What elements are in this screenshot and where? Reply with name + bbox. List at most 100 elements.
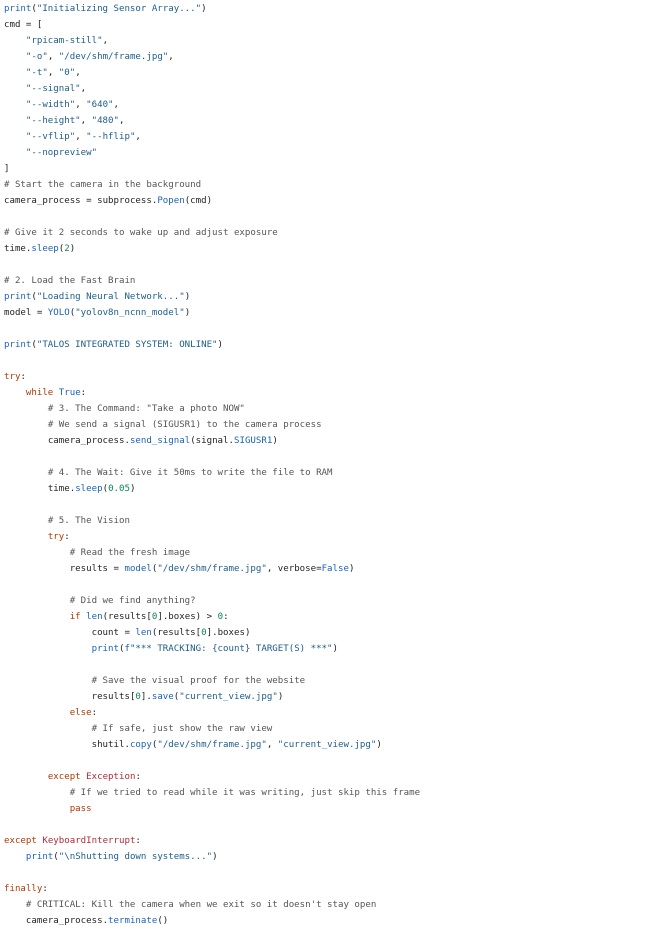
code-line: print("TALOS INTEGRATED SYSTEM: ONLINE") — [4, 337, 420, 353]
code-line: print("Initializing Sensor Array...") — [4, 1, 420, 17]
code-line: results = model("/dev/shm/frame.jpg", ve… — [4, 561, 420, 577]
code-token: "--width" — [25, 100, 76, 110]
code-line: except Exception: — [4, 769, 420, 785]
code-line: # If we tried to read while it was writi… — [4, 785, 420, 801]
code-line: ​ — [4, 497, 420, 513]
code-line: # 2. Load the Fast Brain — [4, 273, 420, 289]
code-line: "--height", "480", — [4, 113, 420, 129]
code-line: # If safe, just show the raw view — [4, 721, 420, 737]
code-token: "\nShutting down systems..." — [58, 852, 213, 862]
code-line: print("\nShutting down systems...") — [4, 849, 420, 865]
code-token: = — [108, 564, 125, 574]
code-line: print(f"*** TRACKING: {count} TARGET(S) … — [4, 641, 420, 657]
code-line: while True: — [4, 385, 420, 401]
code-line: camera_process = subprocess.Popen(cmd) — [4, 193, 420, 209]
code-token: print — [25, 852, 54, 862]
code-token: , — [47, 52, 59, 62]
code-token: "--signal" — [25, 84, 81, 94]
code-token: model — [4, 308, 32, 318]
code-token: f"*** TRACKING: {count} TARGET(S) ***" — [124, 644, 333, 654]
code-token: count — [91, 628, 119, 638]
code-token: print — [91, 644, 119, 654]
code-token: except — [4, 836, 37, 846]
code-token: # 2. Load the Fast Brain — [4, 276, 136, 286]
code-token: ) — [184, 308, 191, 318]
code-line: pass — [4, 801, 420, 817]
code-line: print("Loading Neural Network...") — [4, 289, 420, 305]
code-token: ] — [4, 164, 10, 174]
code-line: "--vflip", "--hflip", — [4, 129, 420, 145]
code-token: # 4. The Wait: Give it 50ms to write the… — [47, 468, 333, 478]
code-token: camera_process — [4, 196, 81, 206]
code-token: : — [91, 708, 98, 718]
code-token: : — [64, 532, 70, 542]
code-line: ​ — [4, 657, 420, 673]
code-token: "/dev/shm/frame.jpg" — [157, 740, 267, 750]
code-line: count = len(results[0].boxes) — [4, 625, 420, 641]
code-token: # Start the camera in the background — [4, 180, 202, 190]
code-token: : — [135, 772, 141, 782]
code-token: time — [47, 484, 70, 494]
code-token: (cmd) — [184, 196, 213, 206]
code-token: ) — [244, 628, 251, 638]
code-token: "0" — [58, 68, 76, 78]
code-line: "--nopreview" — [4, 145, 420, 161]
code-token: except — [47, 772, 81, 782]
code-token: "/dev/shm/frame.jpg" — [157, 564, 267, 574]
code-token: ) — [272, 436, 278, 446]
code-line: except KeyboardInterrupt: — [4, 833, 420, 849]
code-token: "--height" — [25, 116, 81, 126]
code-token: ) — [69, 244, 76, 254]
code-line: else: — [4, 705, 420, 721]
code-line: ​ — [4, 753, 420, 769]
code-token: # Save the visual proof for the website — [91, 676, 306, 686]
code-token: , — [75, 100, 87, 110]
code-line: # Save the visual proof for the website — [4, 673, 420, 689]
code-token: terminate — [108, 916, 158, 926]
code-line: ​ — [4, 353, 420, 369]
code-line: # CRITICAL: Kill the camera when we exit… — [4, 897, 420, 913]
code-line: finally: — [4, 881, 420, 897]
code-line: ] — [4, 161, 420, 177]
code-line: # We send a signal (SIGUSR1) to the came… — [4, 417, 420, 433]
code-token: Popen — [157, 196, 185, 206]
code-token: ) — [129, 484, 136, 494]
code-token: ]. — [157, 612, 169, 622]
code-line: # 3. The Command: "Take a photo NOW" — [4, 401, 420, 417]
code-token: # We send a signal (SIGUSR1) to the came… — [47, 420, 322, 430]
code-line: ​ — [4, 449, 420, 465]
code-token: "Initializing Sensor Array..." — [36, 4, 202, 14]
code-token: "480" — [91, 116, 119, 126]
code-token: (results[ — [102, 612, 152, 622]
code-token: , — [135, 132, 141, 142]
code-token: "yolov8n_ncnn_model" — [75, 308, 185, 318]
code-token: send_signal — [129, 436, 191, 446]
code-token: , — [266, 740, 278, 750]
code-token: ]. — [206, 628, 218, 638]
code-token: ) — [376, 740, 382, 750]
code-line: ​ — [4, 209, 420, 225]
code-token: ) — [332, 644, 338, 654]
code-token: cmd — [4, 20, 21, 30]
code-token: "--hflip" — [86, 132, 136, 142]
code-line: try: — [4, 369, 420, 385]
code-token: , — [168, 52, 174, 62]
code-line: if len(results[0].boxes) > 0: — [4, 609, 420, 625]
code-token: () — [157, 916, 169, 926]
code-token: False — [321, 564, 349, 574]
code-token: len — [135, 628, 152, 638]
code-token: time — [4, 244, 26, 254]
code-line: try: — [4, 529, 420, 545]
